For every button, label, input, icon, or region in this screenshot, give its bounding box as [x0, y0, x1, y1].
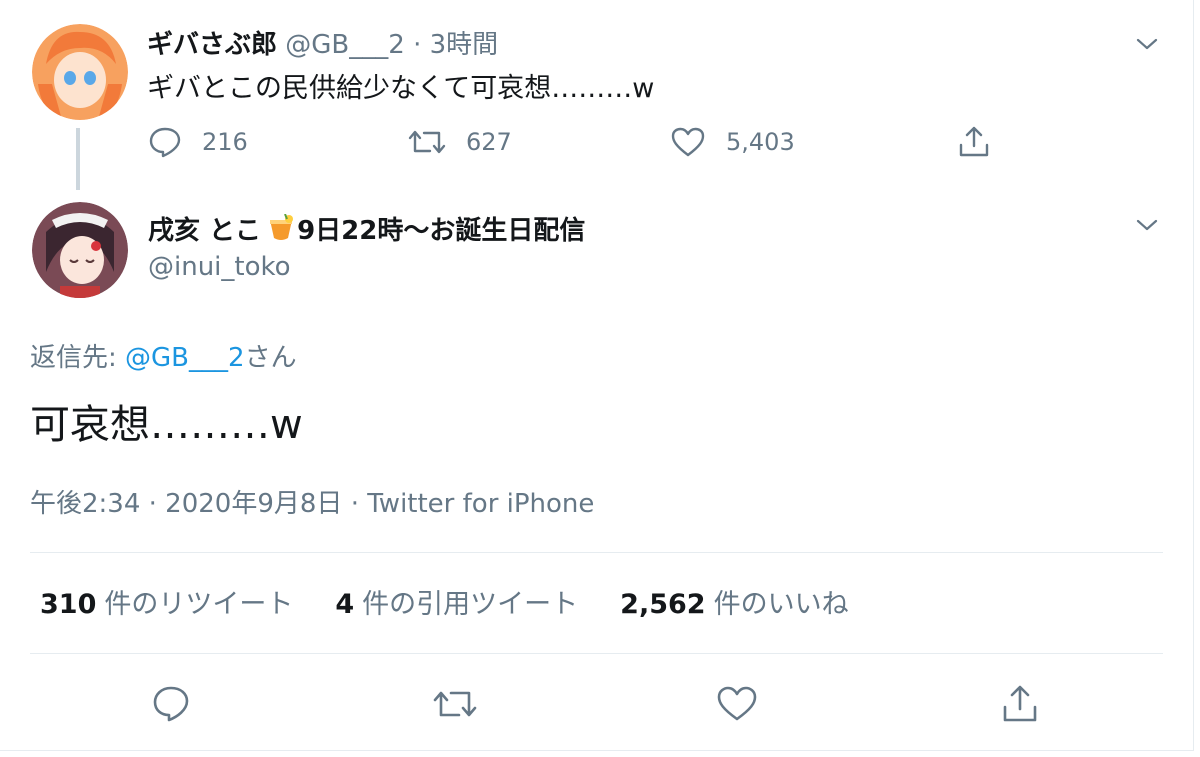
heart-icon: [717, 686, 757, 721]
heart-icon: [671, 127, 705, 157]
likes-label: 件のいいね: [713, 589, 849, 620]
avatar[interactable]: [32, 24, 128, 120]
chevron-down-icon[interactable]: [1136, 33, 1158, 55]
retweet-icon: [408, 130, 446, 154]
header-separator: ·: [413, 30, 422, 60]
parent-display-name[interactable]: ギバさぶ郎: [147, 30, 277, 60]
thread-connector: [76, 128, 80, 190]
reply-count: 216: [202, 128, 248, 156]
avatar[interactable]: [32, 202, 128, 298]
parent-time[interactable]: 3時間: [430, 30, 499, 60]
reply-to-handle-link[interactable]: @GB___2: [125, 343, 245, 373]
retweet-action[interactable]: 627: [408, 122, 512, 162]
retweet-icon: [433, 691, 477, 717]
tweet-text: 可哀想………w: [30, 402, 303, 448]
reply-action[interactable]: 216: [148, 122, 248, 162]
reply-to-suffix: さん: [244, 343, 297, 373]
display-name-part2: 9日22時〜お誕生日配信: [297, 216, 586, 246]
divider: [30, 653, 1163, 654]
like-button[interactable]: [715, 682, 759, 726]
quotes-stat[interactable]: 4 件の引用ツイート: [335, 582, 578, 621]
reply-to-line: 返信先: @GB___2さん: [30, 337, 297, 374]
retweets-stat[interactable]: 310 件のリツイート: [40, 582, 293, 621]
retweet-button[interactable]: [433, 682, 477, 726]
tweet-timestamp[interactable]: 午後2:34 · 2020年9月8日 · Twitter for iPhone: [30, 483, 594, 520]
like-count: 5,403: [726, 128, 795, 156]
reply-button[interactable]: [149, 682, 193, 726]
share-button[interactable]: [998, 682, 1042, 726]
display-name-part1: 戌亥 とこ: [148, 216, 262, 246]
retweet-count: 627: [466, 128, 512, 156]
parent-tweet-text: ギバとこの民供給少なくて可哀想………w: [147, 73, 655, 104]
quotes-count: 4: [335, 589, 355, 620]
reply-handle[interactable]: @inui_toko: [148, 252, 291, 282]
tweet-detail-panel: ギバさぶ郎 @GB___2 · 3時間 ギバとこの民供給少なくて可哀想………w …: [0, 0, 1194, 751]
quotes-label: 件の引用ツイート: [362, 589, 579, 620]
engagement-stats: 310 件のリツイート 4 件の引用ツイート 2,562 件のいいね: [40, 582, 891, 621]
reply-to-label: 返信先:: [30, 343, 117, 373]
chevron-down-icon[interactable]: [1136, 214, 1158, 236]
share-icon: [959, 126, 989, 157]
retweets-count: 310: [40, 589, 97, 620]
divider: [30, 552, 1163, 553]
parent-handle[interactable]: @GB___2: [285, 30, 405, 60]
like-action[interactable]: 5,403: [670, 122, 795, 162]
likes-count: 2,562: [620, 589, 706, 620]
reply-icon: [149, 127, 181, 158]
share-action[interactable]: [957, 122, 1011, 162]
share-icon: [1003, 685, 1037, 722]
reply-display-name[interactable]: 戌亥 とこ 9日22時〜お誕生日配信: [148, 210, 585, 247]
reply-icon: [153, 686, 189, 722]
likes-stat[interactable]: 2,562 件のいいね: [620, 582, 848, 621]
cocktail-emoji-icon: [267, 213, 295, 244]
parent-tweet-header: ギバさぶ郎 @GB___2 · 3時間: [147, 24, 498, 61]
retweets-label: 件のリツイート: [104, 589, 294, 620]
